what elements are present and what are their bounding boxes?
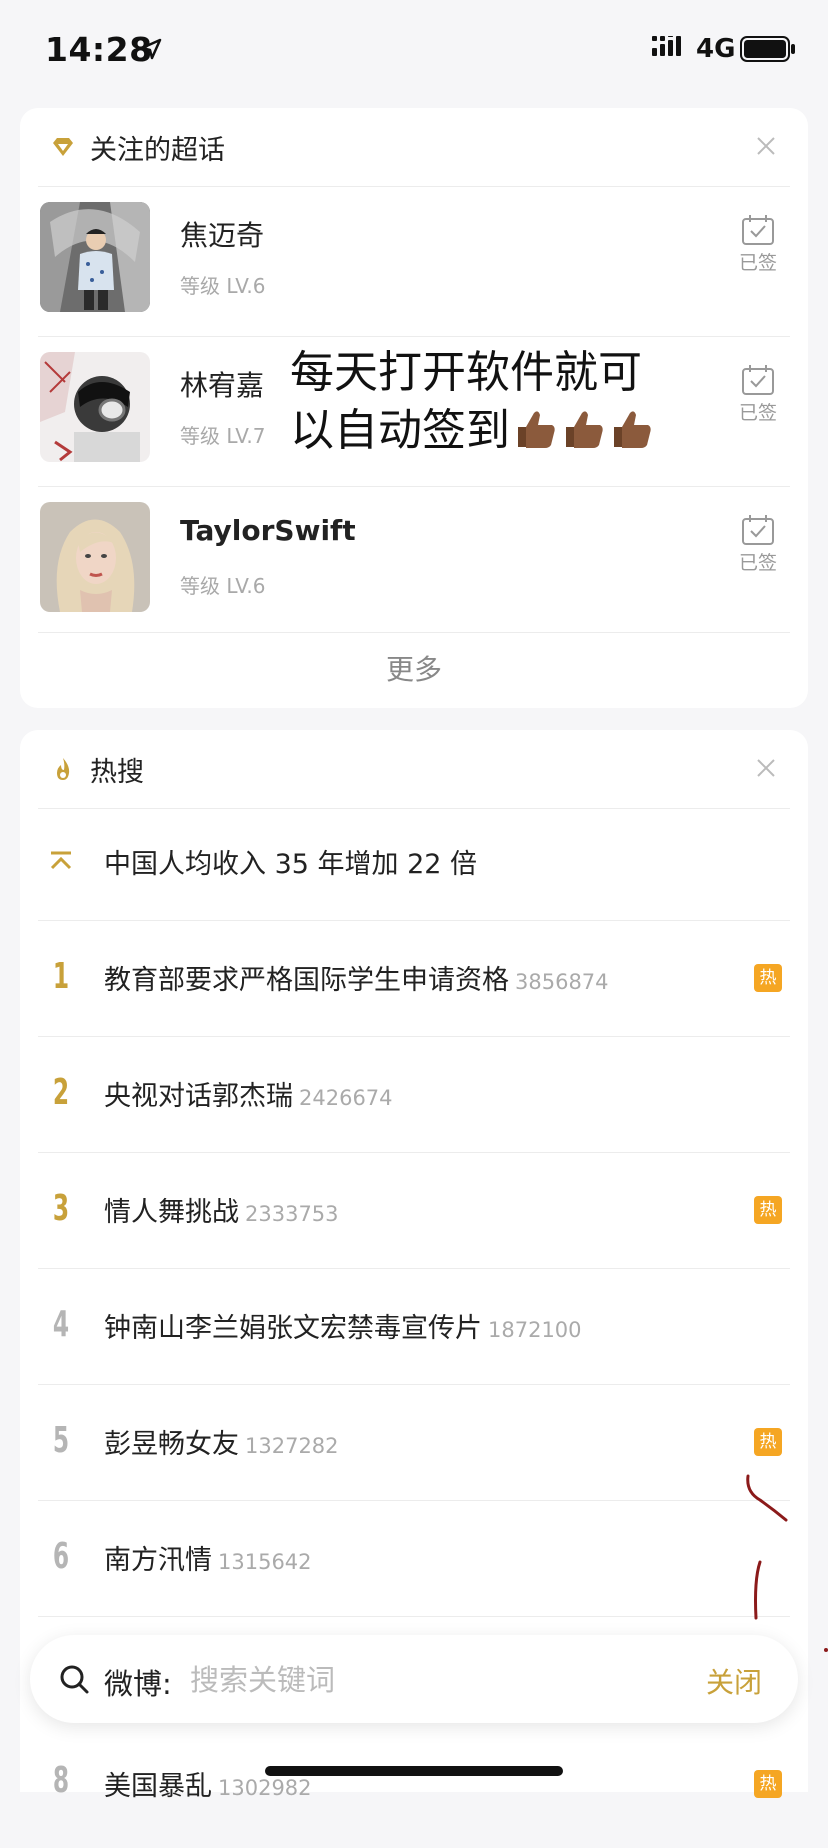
overlay-annotation: 每天打开软件就可 以自动签到 xyxy=(290,344,654,460)
search-bar[interactable]: 微博: 关闭 xyxy=(30,1635,798,1723)
hot-search-item[interactable]: 6 南方汛情 1315642 xyxy=(20,1500,808,1616)
overlay-line-2-text: 以自动签到 xyxy=(290,405,510,456)
search-icon xyxy=(60,1665,89,1694)
hot-count: 1315642 xyxy=(218,1550,312,1574)
location-arrow-icon xyxy=(140,38,162,60)
home-indicator xyxy=(265,1766,563,1776)
signed-status[interactable]: 已签 xyxy=(736,364,780,425)
status-bar: 14:28 4G xyxy=(0,0,828,100)
hot-search-header: 热搜 xyxy=(20,730,808,808)
followed-topics-card: 关注的超话 焦迈奇 等级 LV.6 已签 林宥嘉 等级 LV.7 每天打开软件就… xyxy=(20,108,808,708)
hot-title: 中国人均收入 35 年增加 22 倍 xyxy=(104,849,478,880)
fire-icon xyxy=(57,758,70,780)
rank-number: 2 xyxy=(52,1072,70,1113)
hot-count: 1302982 xyxy=(218,1776,312,1800)
more-button[interactable]: 更多 xyxy=(20,648,808,688)
signed-label: 已签 xyxy=(738,552,777,574)
overlay-line-1: 每天打开软件就可 xyxy=(290,347,642,398)
rank-number: 6 xyxy=(52,1536,70,1577)
topic-level: 等级 LV.7 xyxy=(180,424,266,448)
hot-title-text: 教育部要求严格国际学生申请资格 xyxy=(104,965,509,996)
rank-number: 5 xyxy=(52,1420,70,1461)
signed-status[interactable]: 已签 xyxy=(736,514,780,575)
topic-name: 林宥嘉 xyxy=(180,369,265,402)
thumbs-up-icon xyxy=(614,411,651,448)
hot-search-item[interactable]: 1 教育部要求严格国际学生申请资格 3856874 热 xyxy=(20,920,808,1036)
hot-title-text: 南方汛情 xyxy=(104,1545,212,1576)
hot-count: 2333753 xyxy=(245,1202,339,1226)
rank-number: 1 xyxy=(52,956,70,997)
hot-count: 1872100 xyxy=(488,1318,582,1342)
search-input[interactable] xyxy=(188,1653,652,1707)
search-prefix: 微博: xyxy=(104,1667,172,1701)
battery-icon xyxy=(740,36,795,62)
overlay-line-2: 以自动签到 xyxy=(290,402,654,460)
hot-search-title: 热搜 xyxy=(90,757,144,788)
hot-search-item[interactable]: 2 央视对话郭杰瑞 2426674 xyxy=(20,1036,808,1152)
hot-search-item[interactable]: 3 情人舞挑战 2333753 热 xyxy=(20,1152,808,1268)
hot-title-text: 彭昱畅女友 xyxy=(104,1429,239,1460)
hot-title-text: 央视对话郭杰瑞 xyxy=(104,1081,293,1112)
hot-title: 情人舞挑战 2333753 xyxy=(104,1190,339,1229)
hot-search-item-partial[interactable]: 8 美国暴乱 1302982 热 xyxy=(20,1732,808,1848)
calendar-check-icon xyxy=(742,365,774,395)
hot-badge: 热 xyxy=(754,964,782,992)
hot-badge: 热 xyxy=(754,1196,782,1224)
hot-title: 南方汛情 1315642 xyxy=(104,1538,312,1577)
hot-title-text: 情人舞挑战 xyxy=(104,1197,239,1228)
rank-number: 4 xyxy=(52,1304,70,1345)
pin-top-icon xyxy=(50,851,72,870)
hot-badge: 热 xyxy=(754,1770,782,1798)
followed-topics-header: 关注的超话 xyxy=(20,108,808,186)
thumbs-up-icon xyxy=(566,411,603,448)
rank-number: 8 xyxy=(52,1760,70,1801)
calendar-check-icon xyxy=(742,215,774,245)
diamond-icon xyxy=(53,138,73,156)
hot-title: 钟南山李兰娟张文宏禁毒宣传片 1872100 xyxy=(104,1306,582,1345)
topic-row[interactable]: 林宥嘉 等级 LV.7 每天打开软件就可 以自动签到 已签 xyxy=(20,336,808,486)
topic-avatar xyxy=(40,352,150,462)
thumbs-up-icon xyxy=(518,411,555,448)
followed-topics-title: 关注的超话 xyxy=(90,135,225,166)
topic-row[interactable]: 焦迈奇 等级 LV.6 已签 xyxy=(20,186,808,336)
close-icon[interactable] xyxy=(756,758,776,778)
close-icon[interactable] xyxy=(756,136,776,156)
hot-title-text: 钟南山李兰娟张文宏禁毒宣传片 xyxy=(104,1313,482,1344)
topic-name: TaylorSwift xyxy=(180,514,356,547)
hot-search-pinned[interactable]: 中国人均收入 35 年增加 22 倍 xyxy=(20,808,808,920)
topic-avatar xyxy=(40,202,150,312)
topic-level: 等级 LV.6 xyxy=(180,274,266,298)
hot-count: 2426674 xyxy=(299,1086,393,1110)
divider xyxy=(38,1616,790,1617)
calendar-check-icon xyxy=(742,515,774,545)
signal-icon xyxy=(652,36,681,56)
signed-label: 已签 xyxy=(738,252,777,274)
hot-count: 3856874 xyxy=(515,970,609,994)
hot-badge: 热 xyxy=(754,1428,782,1456)
topic-avatar xyxy=(40,502,150,612)
topic-level: 等级 LV.6 xyxy=(180,574,266,598)
network-type: 4G xyxy=(696,34,736,64)
topic-name: 焦迈奇 xyxy=(180,219,265,252)
divider xyxy=(38,632,790,633)
hot-title: 彭昱畅女友 1327282 xyxy=(104,1422,339,1461)
hot-search-card: 热搜 中国人均收入 35 年增加 22 倍 1 教育部要求严格国际学生申请资格 3… xyxy=(20,730,808,1802)
signed-status[interactable]: 已签 xyxy=(736,214,780,275)
topic-row[interactable]: TaylorSwift 等级 LV.6 已签 xyxy=(20,486,808,636)
rank-number: 3 xyxy=(52,1188,70,1229)
hot-search-item[interactable]: 5 彭昱畅女友 1327282 热 xyxy=(20,1384,808,1500)
hot-search-item[interactable]: 4 钟南山李兰娟张文宏禁毒宣传片 1872100 xyxy=(20,1268,808,1384)
signed-label: 已签 xyxy=(738,402,777,424)
hot-count: 1327282 xyxy=(245,1434,339,1458)
hot-title: 教育部要求严格国际学生申请资格 3856874 xyxy=(104,958,609,997)
status-time: 14:28 xyxy=(45,30,153,69)
hot-title: 央视对话郭杰瑞 2426674 xyxy=(104,1074,393,1113)
close-button[interactable]: 关闭 xyxy=(706,1661,762,1701)
hot-title-text: 美国暴乱 xyxy=(104,1771,212,1802)
